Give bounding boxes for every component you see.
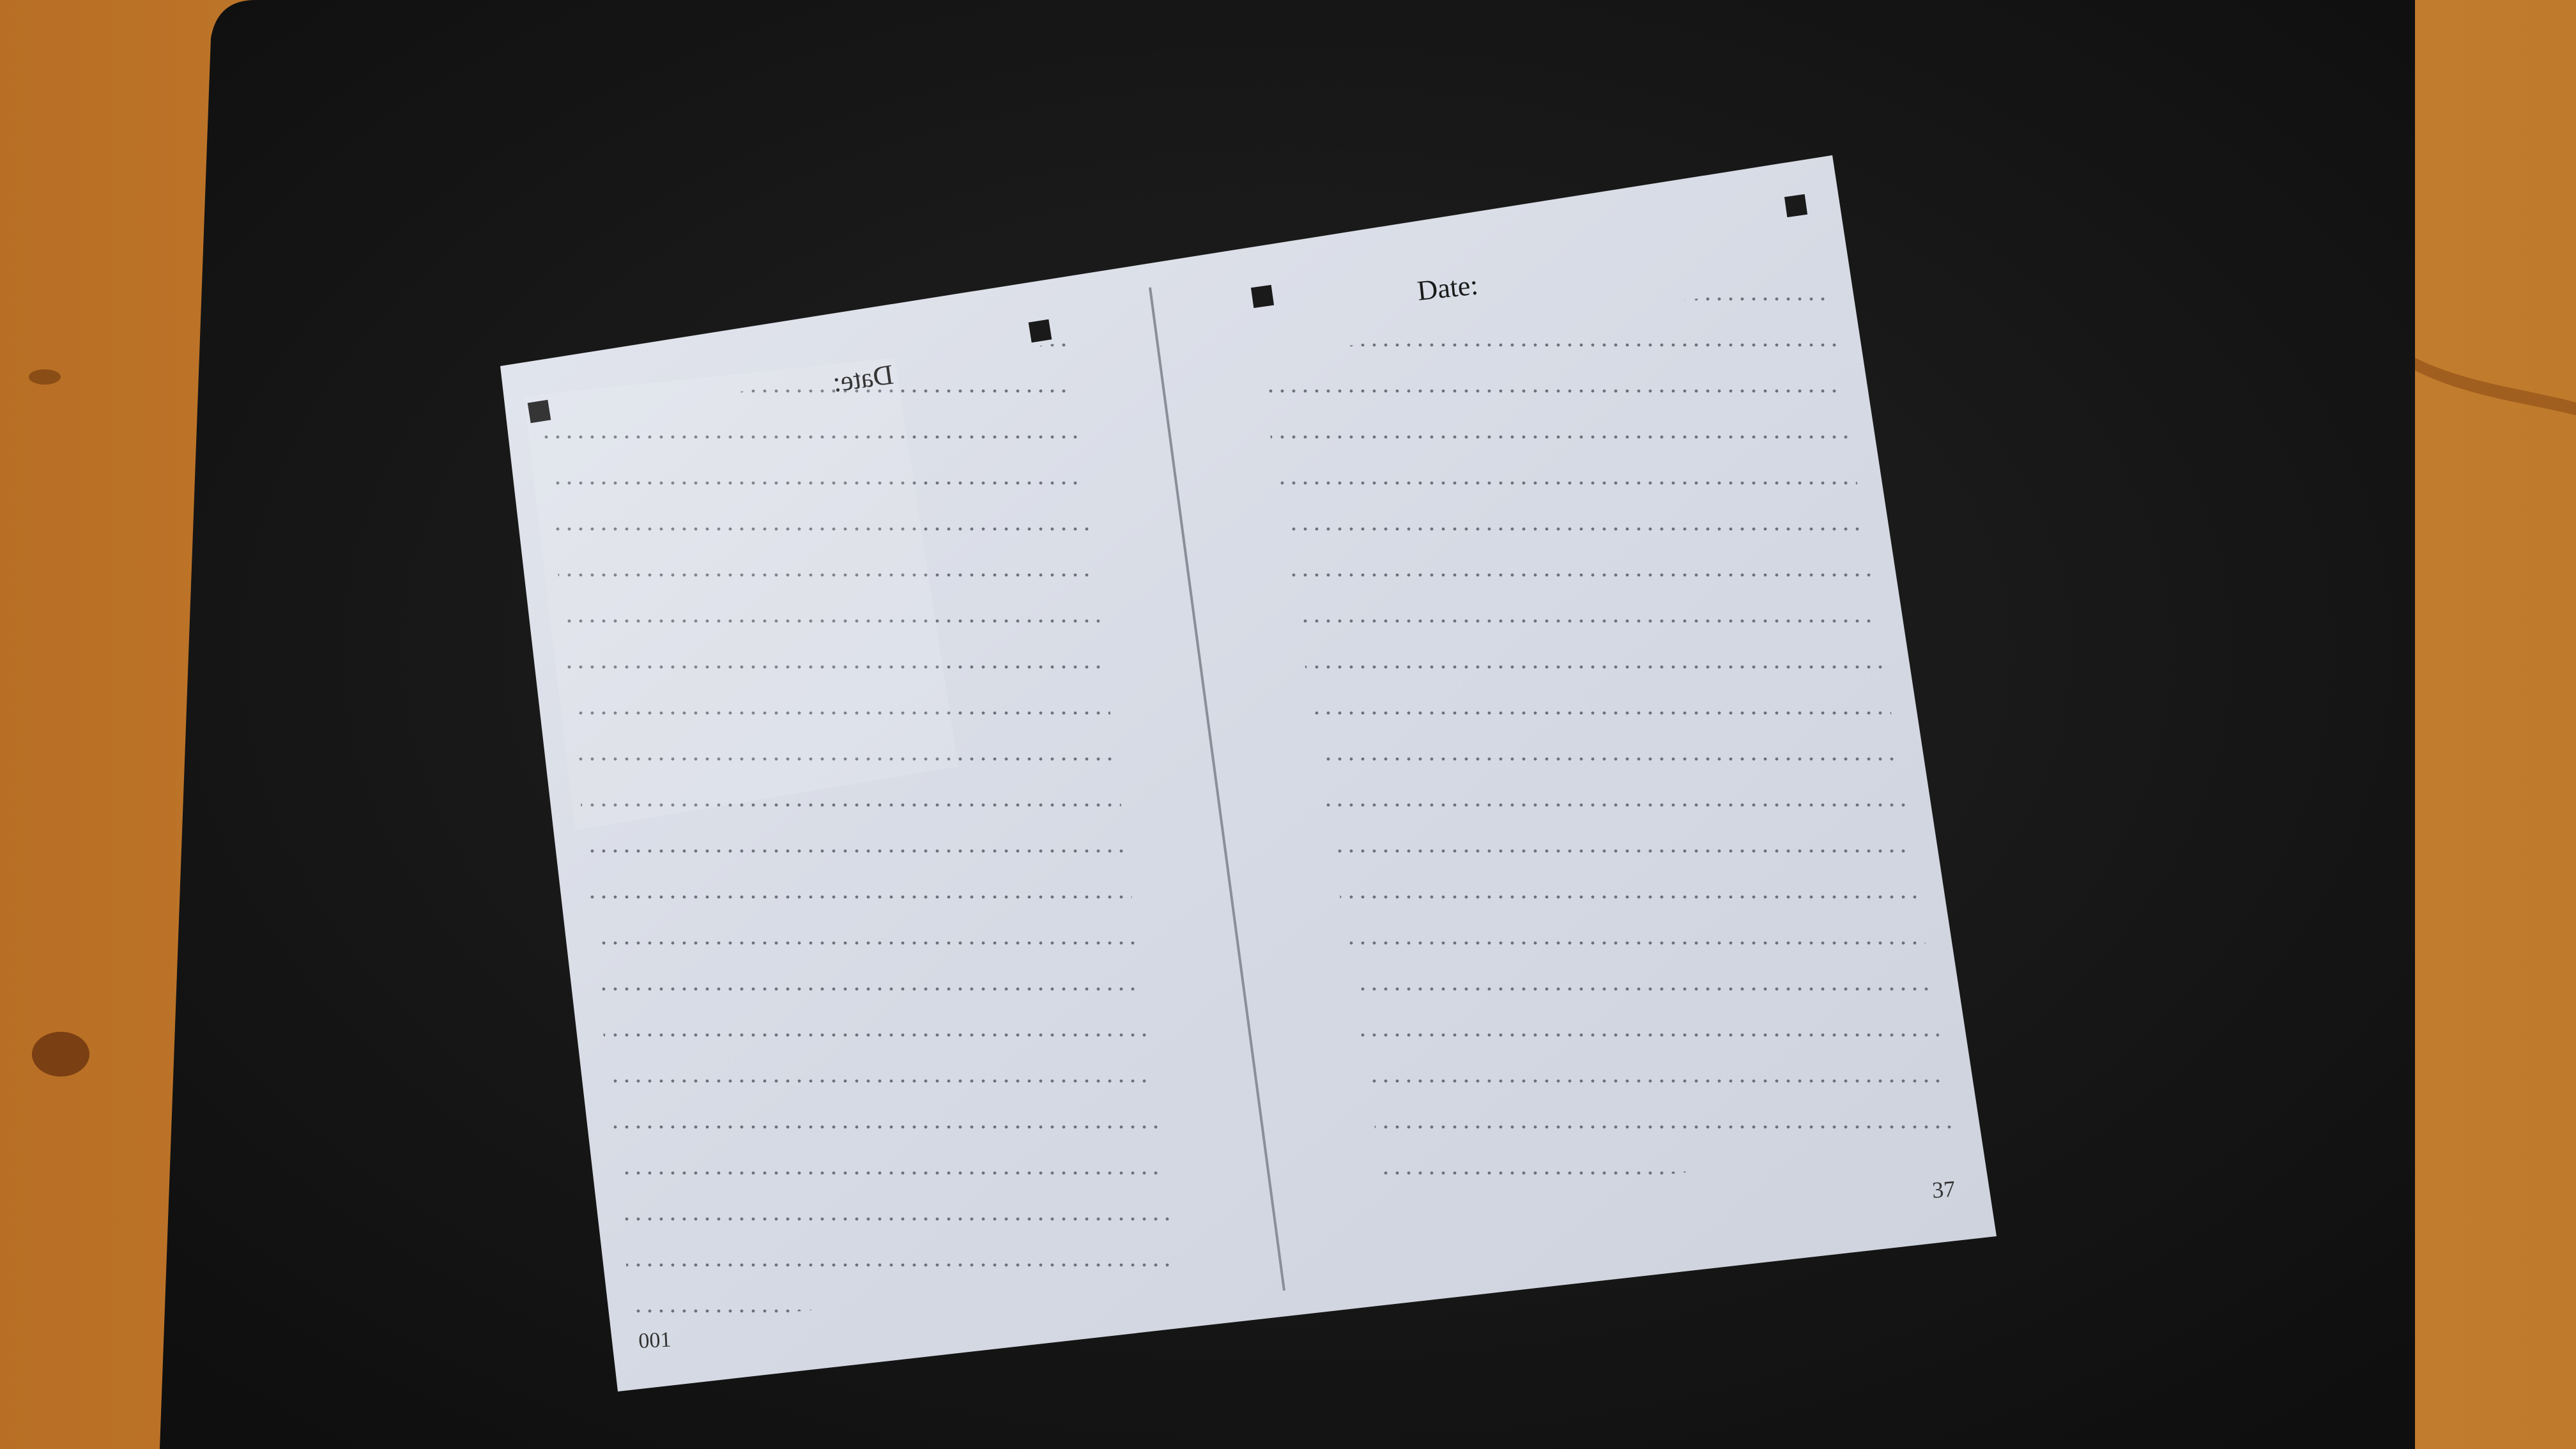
corner-marker — [1784, 194, 1808, 218]
light-glare — [524, 358, 958, 831]
photo-scene: Date: 001 Date: 37 — [0, 0, 2576, 1449]
right-date-label: Date: — [1416, 269, 1480, 307]
corner-marker — [1250, 284, 1275, 309]
wood-knot — [29, 369, 61, 385]
corner-marker — [1028, 319, 1052, 343]
notebook-sheet: Date: 001 Date: 37 — [500, 155, 1997, 1392]
left-page-number: 001 — [638, 1328, 671, 1353]
wood-knot — [32, 1032, 89, 1077]
right-page-number: 37 — [1931, 1176, 1956, 1203]
